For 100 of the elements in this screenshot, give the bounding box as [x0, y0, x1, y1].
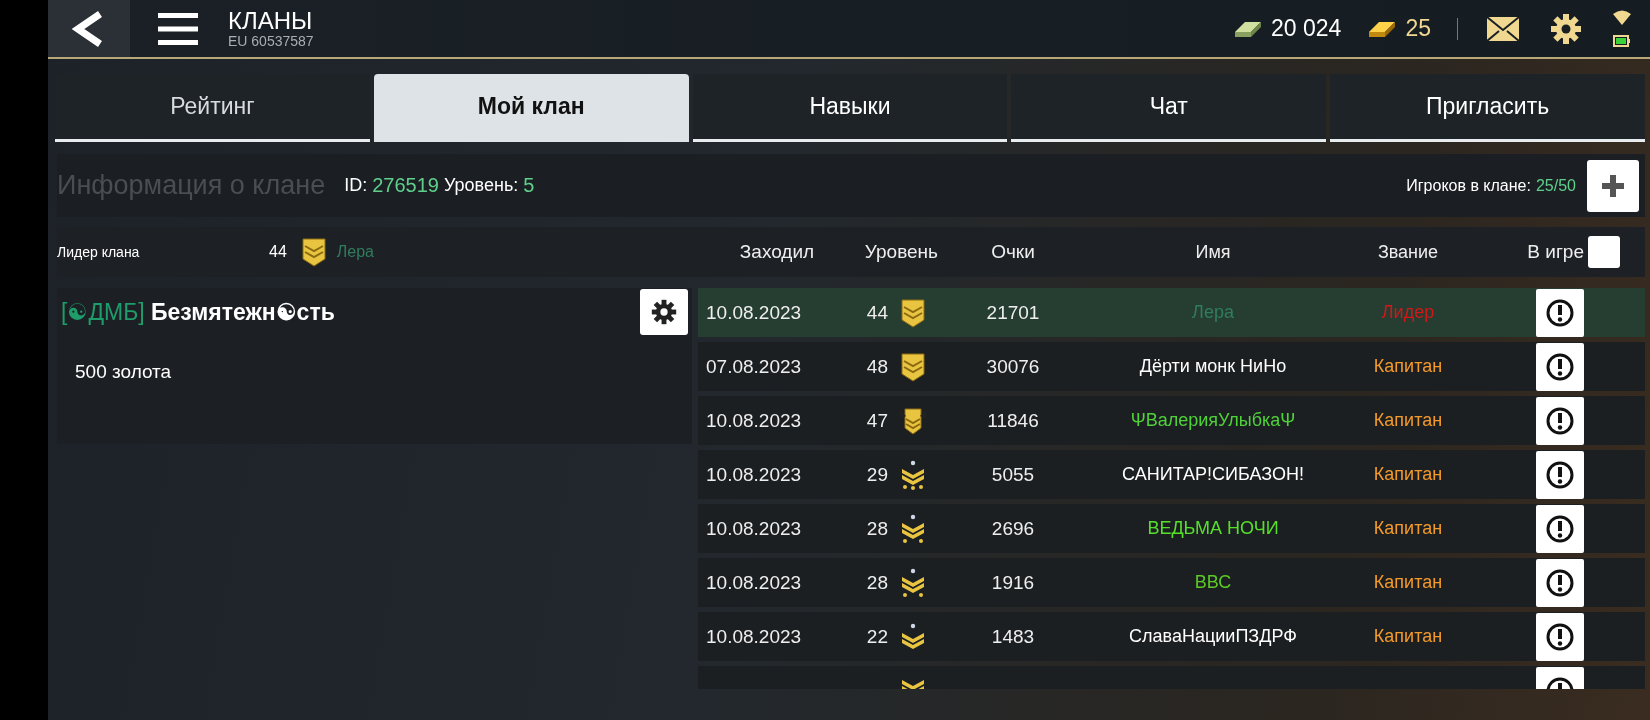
settings-icon[interactable] [1550, 12, 1582, 45]
table-cell-text: 1483 [990, 625, 1036, 648]
exclamation-icon [1545, 567, 1575, 598]
clan-tag: [☯ДМБ] [61, 298, 145, 325]
player-rank: Капитан [1372, 410, 1444, 431]
table-cell-text: 47 [865, 409, 888, 432]
info-button[interactable] [1536, 396, 1584, 445]
table-row[interactable]: 10.08.2023 47 11846 ΨВалерияУлыбкаΨ Капитан [698, 396, 1645, 445]
back-button[interactable] [48, 0, 130, 57]
table-row[interactable]: 07.08.2023 48 30076 Дёрти монк НиНо Капитан [698, 342, 1645, 391]
id-label: ID: [344, 175, 368, 196]
table-cell-text: 10.08.2023 [705, 625, 803, 648]
player-name: ВЕДЬМА НОЧИ [1146, 518, 1280, 539]
clan-level: 5 [523, 174, 535, 197]
chevron-insignia-icon [900, 513, 926, 544]
table-cell-text: 44 [865, 301, 888, 324]
table-cell-text: 28 [865, 571, 888, 594]
exclamation-icon [1545, 297, 1575, 328]
leader-label: Лидер клана [57, 244, 141, 260]
player-name: ΨВалерияУлыбкаΨ [1129, 410, 1297, 431]
player-name: СлаваНацииПЗДРФ [1128, 626, 1298, 647]
exclamation-icon [1545, 351, 1575, 382]
settings-icon [651, 299, 677, 325]
winged-insignia-icon [900, 405, 926, 436]
player-rank: Капитан [1372, 626, 1444, 647]
info-button[interactable] [1536, 342, 1584, 391]
column-header[interactable]: Очки [938, 241, 1088, 263]
player-rank: Капитан [1372, 464, 1444, 485]
player-name: Лера [1191, 302, 1235, 323]
player-name: ВВС [1193, 572, 1233, 593]
table-cell-text: 21701 [985, 301, 1041, 324]
table-cell-text: 22 [865, 625, 888, 648]
table-cell-text: 48 [865, 355, 888, 378]
info-button[interactable] [1536, 558, 1584, 607]
shield-insignia-icon [300, 237, 327, 267]
player-name: Дёрти монк НиНо [1138, 356, 1288, 377]
table-cell-text: 5055 [990, 463, 1036, 486]
clan-name: Безмятежн☯сть [150, 298, 335, 325]
table-cell-text: 2696 [990, 517, 1036, 540]
table-cell-text: 10.08.2023 [705, 301, 803, 324]
tab[interactable]: Пригласить [1330, 74, 1645, 142]
mail-icon[interactable] [1486, 15, 1520, 42]
tab[interactable]: Мой клан [373, 74, 689, 142]
chevron-insignia-icon [900, 621, 926, 652]
info-button[interactable] [1536, 612, 1584, 661]
exclamation-icon [1545, 459, 1575, 490]
tab[interactable]: Рейтинг [55, 74, 370, 142]
tab[interactable]: Чат [1011, 74, 1327, 142]
clan-settings-button[interactable] [640, 289, 688, 335]
leader-level: 44 [269, 243, 287, 261]
table-cell-text: 30076 [985, 355, 1041, 378]
exclamation-icon [1545, 405, 1575, 436]
premium-amount: 25 [1405, 15, 1431, 42]
table-cell-text: 11846 [986, 409, 1040, 432]
table-cell-text: 10.08.2023 [705, 517, 803, 540]
chevron-insignia-icon [900, 459, 926, 490]
column-header[interactable]: Имя [1088, 241, 1338, 263]
column-header[interactable]: Уровень [848, 241, 938, 263]
status-drawing [1612, 8, 1632, 49]
column-header[interactable]: В игре [1478, 241, 1588, 263]
online-checkbox[interactable] [1588, 236, 1620, 268]
column-header[interactable]: Заходил [698, 241, 848, 263]
exclamation-icon [1545, 513, 1575, 544]
table-row[interactable]: 10.08.2023 44 21701 Лера Лидер [698, 288, 1645, 337]
ingot-icon [1367, 19, 1398, 38]
shield-insignia-icon [900, 297, 926, 328]
column-header[interactable]: Звание [1338, 241, 1478, 263]
table-row[interactable]: 10.08.2023 28 1916 ВВС Капитан [698, 558, 1645, 607]
info-button[interactable] [1536, 504, 1584, 553]
level-label: Уровень: [443, 175, 519, 196]
leader-name: Лера [336, 243, 374, 261]
player-id: EU 60537587 [228, 32, 314, 49]
exclamation-icon [1545, 621, 1575, 652]
plus-icon [1601, 173, 1625, 198]
clan-id: 276519 [372, 174, 439, 197]
player-rank: Капитан [1372, 356, 1444, 377]
table-cell-text: 29 [865, 463, 888, 486]
table-row[interactable]: 10.08.2023 28 2696 ВЕДЬМА НОЧИ Капитан [698, 504, 1645, 553]
screen-title: КЛАНЫ [228, 8, 314, 33]
table-cell-text: 28 [865, 517, 888, 540]
member-count: 25/50 [1535, 176, 1576, 195]
table-row[interactable]: 10.08.2023 29 5055 САНИТАР!СИБАЗОН! Капитан [698, 450, 1645, 499]
table-cell-text: 07.08.2023 [705, 355, 803, 378]
player-name: САНИТАР!СИБАЗОН! [1121, 464, 1305, 485]
chevron-insignia-icon [900, 567, 926, 598]
table-cell-text: 10.08.2023 [705, 463, 803, 486]
table-cell-text: 10.08.2023 [705, 409, 803, 432]
player-rank: Лидер [1380, 302, 1436, 323]
menu-icon[interactable] [158, 10, 198, 47]
info-button[interactable] [1536, 450, 1584, 499]
player-rank: Капитан [1372, 518, 1444, 539]
info-button[interactable] [1536, 288, 1584, 337]
table-row[interactable]: 10.08.2023 22 1483 СлаваНацииПЗДРФ Капитан [698, 612, 1645, 661]
tab[interactable]: Навыки [692, 74, 1008, 142]
cash-icon [1233, 19, 1264, 38]
members-label: Игроков в клане: [1406, 176, 1531, 195]
table-cell-text: 10.08.2023 [705, 571, 803, 594]
shield-insignia-icon [900, 351, 926, 382]
clan-note: 500 золота [75, 361, 173, 383]
add-button[interactable] [1587, 159, 1639, 212]
